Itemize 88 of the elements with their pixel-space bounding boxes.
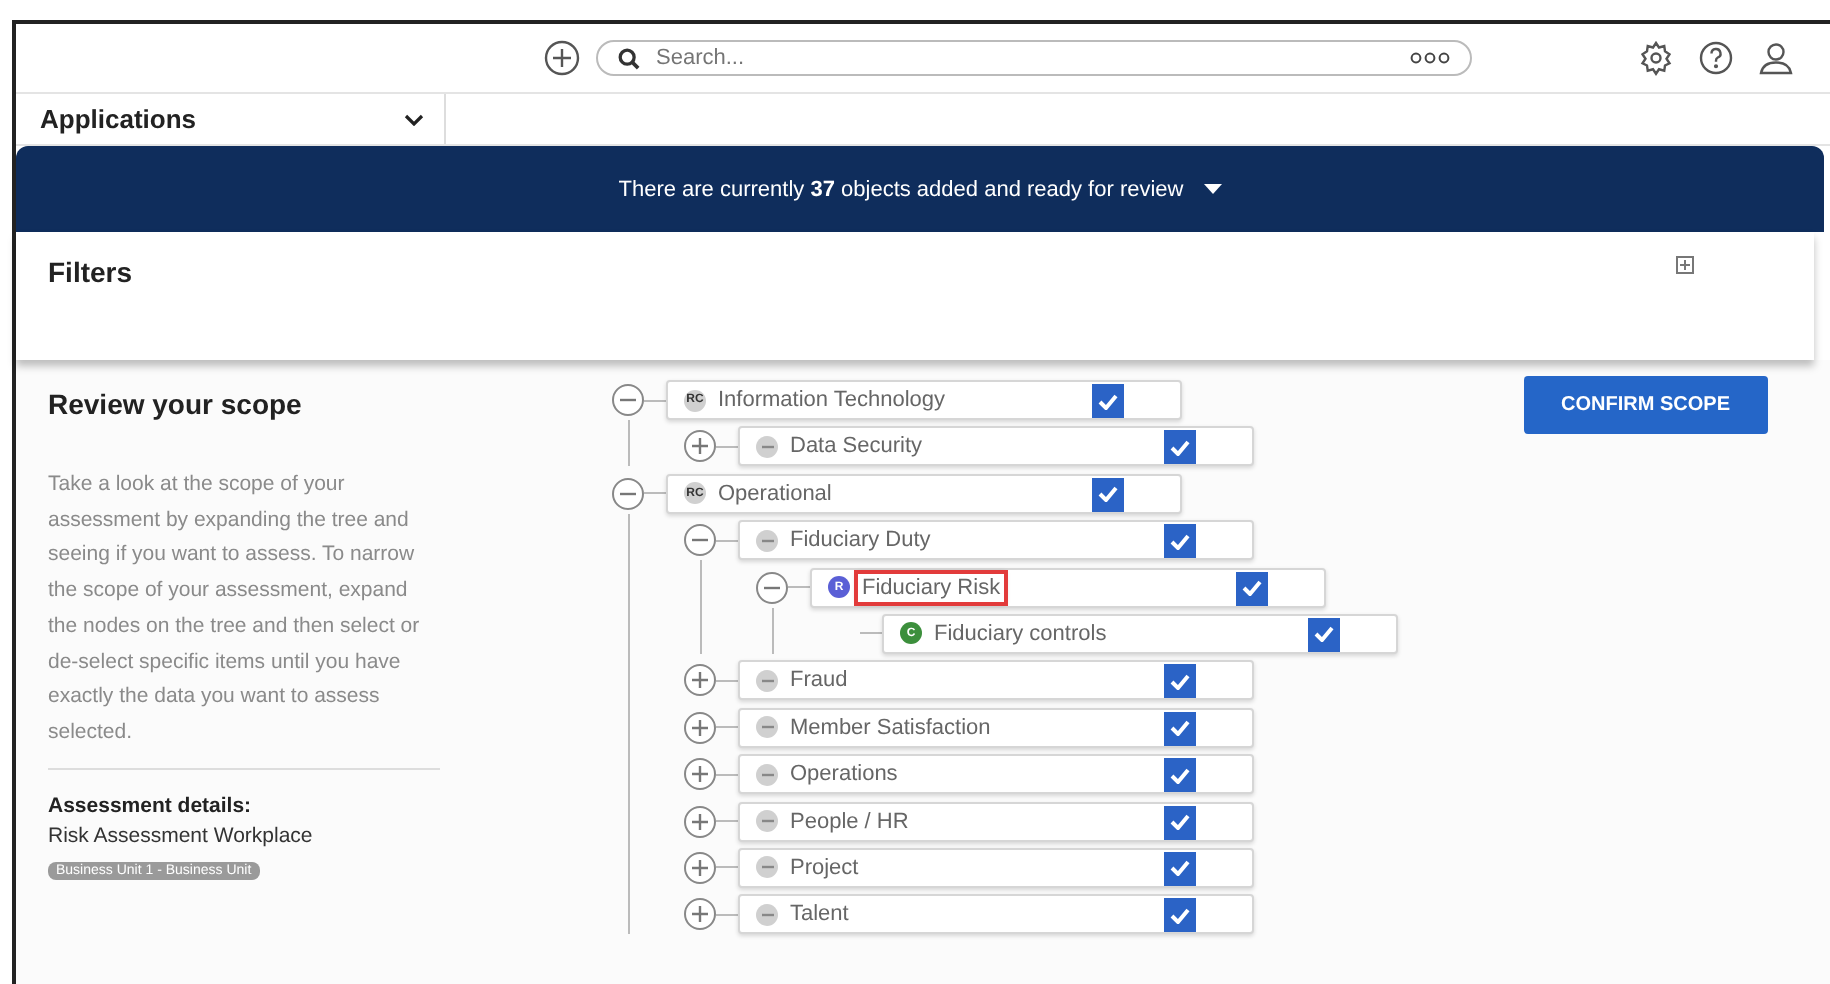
plus-icon: [690, 717, 710, 738]
tree-node[interactable]: Fiduciary Duty: [738, 520, 1254, 561]
plus-icon: [690, 764, 710, 785]
checkmark-icon: [1170, 814, 1190, 831]
settings-icon[interactable]: [1638, 40, 1674, 76]
checkmark-icon: [1170, 673, 1190, 690]
dash-icon: [761, 911, 773, 918]
node-label: People / HR: [788, 807, 911, 836]
tree-node[interactable]: Fraud: [738, 660, 1254, 701]
expand-icon[interactable]: [1676, 256, 1694, 274]
collapse-toggle[interactable]: [684, 524, 716, 557]
expand-toggle[interactable]: [684, 898, 716, 931]
expand-toggle[interactable]: [684, 851, 716, 884]
node-label: Operational: [716, 479, 834, 508]
plus-icon: [690, 436, 710, 457]
collapse-toggle[interactable]: [756, 571, 788, 604]
node-checkbox[interactable]: [1236, 571, 1268, 606]
expand-toggle[interactable]: [684, 664, 716, 697]
checkmark-icon: [1098, 486, 1118, 503]
checkmark-icon: [1314, 626, 1334, 643]
dash-icon: [761, 677, 773, 684]
dash-icon: [761, 724, 773, 731]
node-checkbox[interactable]: [1164, 805, 1196, 840]
scope-title: Review your scope: [48, 388, 304, 420]
collapse-toggle[interactable]: [612, 384, 644, 416]
node-checkbox[interactable]: [1164, 524, 1196, 559]
checkmark-icon: [1170, 533, 1190, 550]
plus-icon: [690, 857, 710, 878]
node-label: Talent: [788, 900, 851, 929]
tree-node[interactable]: Data Security: [738, 426, 1254, 467]
search-bar[interactable]: Search...: [596, 40, 1472, 76]
tree-node[interactable]: People / HR: [738, 801, 1254, 842]
checkmark-icon: [1170, 720, 1190, 737]
node-label: Fiduciary Risk: [858, 573, 1005, 602]
dash-icon: [761, 818, 773, 825]
checkmark-icon: [1170, 439, 1190, 456]
details-label: Assessment details:: [48, 793, 254, 818]
expand-toggle[interactable]: [684, 430, 716, 463]
node-checkbox[interactable]: [1092, 477, 1124, 512]
dash-icon: [761, 537, 773, 544]
node-checkbox[interactable]: [1164, 430, 1196, 465]
details-value: Risk Assessment Workplace: [48, 823, 315, 848]
node-checkbox[interactable]: [1164, 664, 1196, 699]
dash-icon: [761, 864, 773, 871]
confirm-scope-button[interactable]: CONFIRM SCOPE: [1523, 376, 1768, 434]
node-label: Project: [788, 853, 861, 882]
node-label: Fraud: [788, 666, 850, 695]
tree-node[interactable]: Talent: [738, 894, 1254, 935]
checkmark-icon: [1170, 907, 1190, 924]
plus-icon: [690, 904, 710, 925]
collapse-toggle[interactable]: [612, 477, 644, 510]
help-icon[interactable]: [1698, 40, 1734, 76]
node-checkbox[interactable]: [1308, 617, 1340, 652]
node-checkbox[interactable]: [1164, 758, 1196, 793]
node-checkbox[interactable]: [1164, 851, 1196, 886]
chevron-icon: [404, 113, 424, 125]
checkmark-icon: [1098, 393, 1118, 409]
node-label: Member Satisfaction: [788, 713, 993, 742]
search-input[interactable]: Search...: [652, 44, 1398, 72]
tree-node[interactable]: Project: [738, 847, 1254, 888]
node-label: Data Security: [788, 432, 925, 461]
dash-icon: [761, 443, 773, 450]
expand-toggle[interactable]: [684, 711, 716, 744]
node-checkbox[interactable]: [1164, 898, 1196, 933]
search-icon: [618, 47, 640, 69]
add-icon[interactable]: [544, 40, 580, 76]
tree-node[interactable]: Operations: [738, 754, 1254, 795]
checkmark-icon: [1170, 767, 1190, 784]
review-banner-text: There are currently 37 objects added and ready for review: [618, 177, 1184, 201]
checkmark-icon: [1170, 860, 1190, 877]
node-checkbox[interactable]: [1164, 711, 1196, 746]
expand-toggle[interactable]: [684, 805, 716, 838]
user-icon[interactable]: [1758, 40, 1794, 76]
plus-icon: [690, 670, 710, 691]
node-label: Fiduciary controls: [932, 619, 1109, 648]
caret-icon[interactable]: [1203, 184, 1222, 194]
node-label: Operations: [788, 760, 900, 789]
scope-description: Take a look at the scope of your assessment by expanding the tree and seeing if you want to assess. To narrow the scope of your assessment, expand the nodes on the tree and then select or de-select specific items until you have exactly the data you want to assess selected.: [48, 468, 440, 770]
checkmark-icon: [1242, 580, 1262, 597]
dash-icon: [761, 771, 773, 778]
plus-icon: [690, 811, 710, 832]
node-label: Fiduciary Duty: [788, 526, 933, 555]
node-checkbox[interactable]: [1092, 384, 1124, 418]
expand-toggle[interactable]: [684, 758, 716, 791]
more-icon[interactable]: [1410, 52, 1450, 64]
filters-title: Filters: [48, 256, 133, 288]
node-label: Information Technology: [716, 386, 948, 414]
tree-node[interactable]: Member Satisfaction: [738, 707, 1254, 748]
